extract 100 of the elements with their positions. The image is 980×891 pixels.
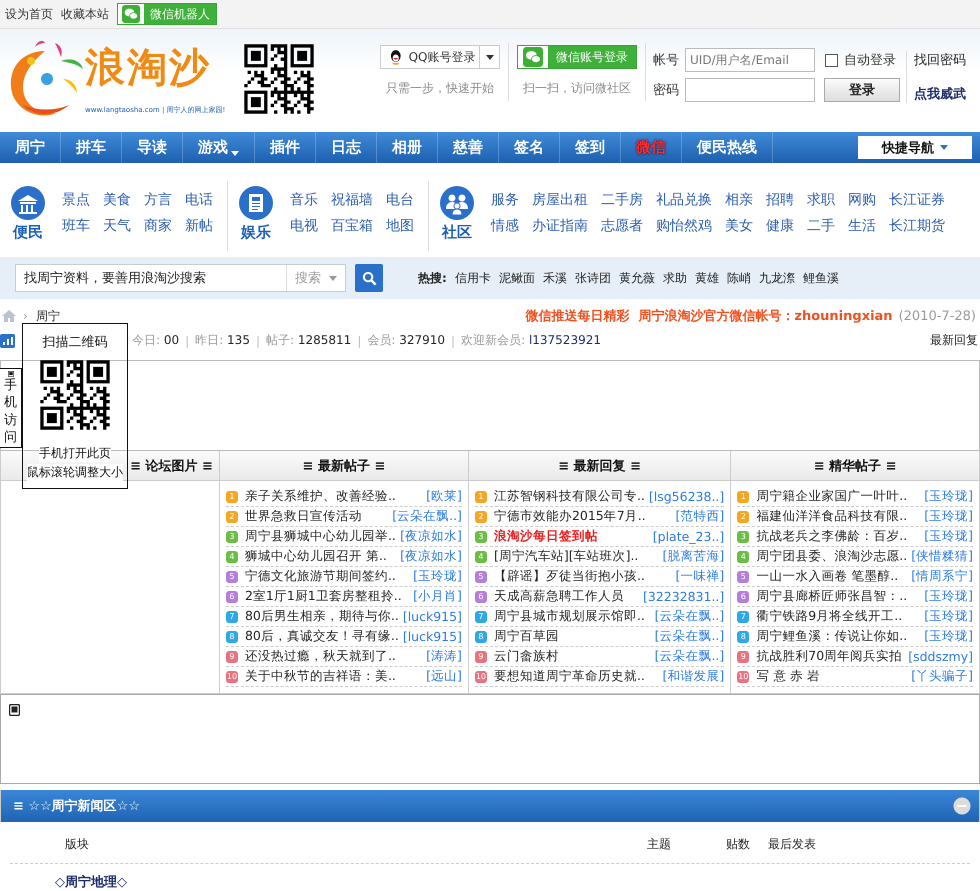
login-button[interactable]: 登录 [824,78,900,102]
thread-link[interactable]: [周宁汽车站][车站班次].. [494,548,659,565]
quick-link[interactable]: 方言 [144,191,172,209]
password-field[interactable] [685,78,815,102]
author-link[interactable]: [云朵在飘..] [654,608,724,625]
author-link[interactable]: [玉玲珑] [413,568,462,585]
quick-link[interactable]: 情感 [491,217,519,235]
author-link[interactable]: [夜凉如水] [400,528,462,545]
thread-link[interactable]: 抗战胜利70周年阅兵实拍 [756,648,904,665]
top-link[interactable]: 设为首页 [5,6,53,22]
collapse-icon[interactable] [953,797,971,815]
hot-search-link[interactable]: 泥鳅面 [498,270,535,286]
quick-link[interactable]: 景点 [62,191,90,209]
quick-link[interactable]: 服务 [491,191,519,209]
author-link[interactable]: [小月肖] [413,588,462,605]
hot-search-link[interactable]: 黄雄 [694,270,719,286]
thread-link[interactable]: 世界急救日宣传活动 [244,508,388,525]
quick-link[interactable]: 电视 [290,217,318,235]
quick-link[interactable]: 购怡然鸡 [656,217,712,235]
quick-nav-button[interactable]: 快捷导航 [858,136,972,159]
nav-item[interactable]: 签名 [499,132,560,163]
nav-item[interactable]: 便民热线 [682,132,773,163]
quick-link[interactable]: 网购 [848,191,876,209]
author-link[interactable]: [和谐发展] [662,668,724,685]
forum-link[interactable]: ◇周宁地理◇ [55,875,127,890]
thread-link[interactable]: 【辟谣】歹徒当街抱小孩.. [494,568,672,585]
quick-link[interactable]: 电台 [386,191,414,209]
top-link[interactable]: 收藏本站 [61,6,109,22]
nav-item[interactable]: 导读 [122,132,183,163]
quick-link[interactable]: 办证指南 [532,217,588,235]
thread-link[interactable]: 狮城中心幼儿园召开 第.. [244,548,396,565]
author-link[interactable]: [lsg56238..] [648,489,724,504]
thread-link[interactable]: 江苏智钢科技有限公司专.. [494,488,645,505]
author-link[interactable]: [范特西] [676,508,724,525]
auto-login-checkbox[interactable] [825,54,838,66]
thread-link[interactable]: 周宁县狮城中心幼儿园举.. [244,528,396,545]
nav-item[interactable]: 周宁 [0,132,61,163]
thread-link[interactable]: 要想知道周宁革命历史就.. [494,668,659,685]
thread-link[interactable]: 福建仙洋洋食品科技有限.. [756,508,920,525]
thread-link[interactable]: 周宁籍企业家国广一叶叶.. [756,488,920,505]
quick-link[interactable]: 美女 [725,217,753,235]
author-link[interactable]: [玉玲珑] [924,488,973,505]
quick-link[interactable]: 相亲 [725,191,753,209]
author-link[interactable]: [侠惜糅猜] [911,548,973,565]
thread-link[interactable]: 亲子关系维护、改善经验.. [244,488,422,505]
account-field[interactable]: UID/用户名/Email [685,48,815,72]
thread-link[interactable]: 天成高薪急聘工作人员 [494,588,639,605]
quick-link[interactable]: 长江期货 [889,217,945,235]
latest-replies-link[interactable]: 最新回复 [930,332,978,349]
nav-item[interactable]: 拼车 [61,132,122,163]
author-link[interactable]: [luck915] [402,609,462,624]
quick-link[interactable]: 二手房 [601,191,643,209]
thread-link[interactable]: 浪淘沙每日签到帖 [494,528,649,545]
author-link[interactable]: [脱离苦海] [662,548,724,565]
author-link[interactable]: [涛涛] [426,648,462,665]
thread-link[interactable]: 80后，真诚交友！寻有缘.. [244,628,399,645]
thread-link[interactable]: 周宁县廊桥匠师张昌智：.. [756,588,920,605]
nav-item[interactable]: 慈善 [438,132,499,163]
thread-link[interactable]: 关于中秋节的吉祥语：美.. [244,668,422,685]
quick-link[interactable]: 长江证券 [889,191,945,209]
thread-link[interactable]: 一山一水入画卷 笔墨醇.. [756,568,908,585]
thread-link[interactable]: 衢宁铁路9月将全线开工.. [756,608,920,625]
quick-link[interactable]: 商家 [144,217,172,235]
hot-search-link[interactable]: 鲤鱼溪 [802,270,839,286]
quick-link[interactable]: 音乐 [290,191,318,209]
author-link[interactable]: [云朵在飘..] [654,648,724,665]
author-link[interactable]: [一味禅] [676,568,724,585]
nav-item[interactable]: 签到 [560,132,621,163]
thread-link[interactable]: 抗战老兵之李佛龄：百岁.. [756,528,920,545]
hot-search-link[interactable]: 九龙漈 [758,270,795,286]
hot-search-link[interactable]: 信用卡 [454,270,491,286]
author-link[interactable]: [玉玲珑] [924,528,973,545]
author-link[interactable]: [玉玲珑] [924,588,973,605]
author-link[interactable]: [玉玲珑] [924,608,973,625]
quick-link[interactable]: 生活 [848,217,876,235]
author-link[interactable]: [云朵在飘..] [654,628,724,645]
author-link[interactable]: [远山] [426,668,462,685]
author-link[interactable]: [云朵在飘..] [392,508,462,525]
quick-link[interactable]: 房屋出租 [532,191,588,209]
hot-search-link[interactable]: 求助 [662,270,687,286]
login-link[interactable]: 点我威武 [914,85,966,103]
quick-link[interactable]: 祝福墙 [331,191,373,209]
nav-item[interactable]: 游戏 [183,132,255,163]
quick-link[interactable]: 新帖 [185,217,213,235]
thread-link[interactable]: 周宁百草园 [494,628,651,645]
hot-search-link[interactable]: 禾溪 [542,270,567,286]
hot-search-link[interactable]: 陈峭 [726,270,751,286]
quick-link[interactable]: 电话 [185,191,213,209]
qq-login-button[interactable]: QQ账号登录 [380,45,500,69]
author-link[interactable]: [丫头骗子] [911,668,973,685]
author-link[interactable]: [luck915] [402,629,462,644]
thread-link[interactable]: 周宁团县委、浪淘沙志愿.. [756,548,908,565]
thread-link[interactable]: 80后男生相亲，期待与你.. [244,608,399,625]
nav-item[interactable]: 相册 [377,132,438,163]
thread-link[interactable]: 宁德市效能办2015年7月.. [494,508,672,525]
quick-link[interactable]: 求职 [807,191,835,209]
quick-link[interactable]: 天气 [103,217,131,235]
author-link[interactable]: [玉玲珑] [924,628,973,645]
author-link[interactable]: [32232831..] [642,589,724,604]
quick-link[interactable]: 二手 [807,217,835,235]
